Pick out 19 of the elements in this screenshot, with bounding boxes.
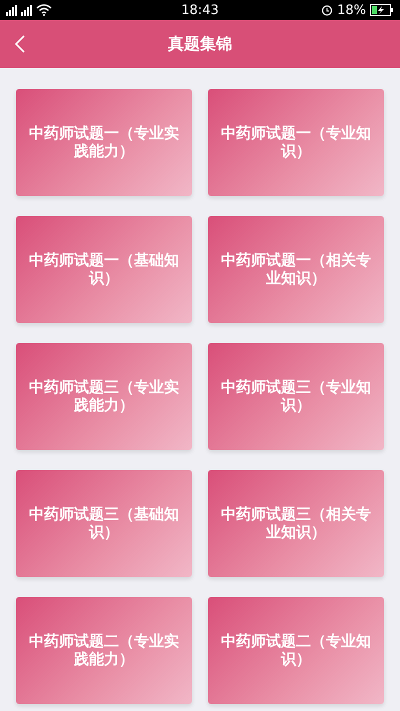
- battery-icon: [370, 4, 394, 16]
- signal-icon: [6, 4, 17, 16]
- back-icon[interactable]: [14, 34, 26, 54]
- battery-percent: 18%: [337, 2, 366, 18]
- wifi-icon: [36, 4, 52, 16]
- exam-card[interactable]: 中药师试题三（专业实践能力）: [16, 343, 192, 450]
- page-title: 真题集锦: [168, 34, 232, 54]
- exam-card[interactable]: 中药师试题三（基础知识）: [16, 470, 192, 577]
- exam-card[interactable]: 中药师试题一（相关专业知识）: [208, 216, 384, 323]
- exam-card[interactable]: 中药师试题二（专业实践能力）: [16, 597, 192, 704]
- exam-card[interactable]: 中药师试题一（专业知识）: [208, 89, 384, 196]
- exam-card[interactable]: 中药师试题三（专业知识）: [208, 343, 384, 450]
- signal-icon: [21, 4, 32, 16]
- exam-card[interactable]: 中药师试题二（专业知识）: [208, 597, 384, 704]
- clock-time: 18:43: [181, 2, 219, 18]
- exam-card[interactable]: 中药师试题一（基础知识）: [16, 216, 192, 323]
- alarm-icon: [321, 4, 334, 16]
- exam-card[interactable]: 中药师试题一（专业实践能力）: [16, 89, 192, 196]
- exam-card[interactable]: 中药师试题三（相关专业知识）: [208, 470, 384, 577]
